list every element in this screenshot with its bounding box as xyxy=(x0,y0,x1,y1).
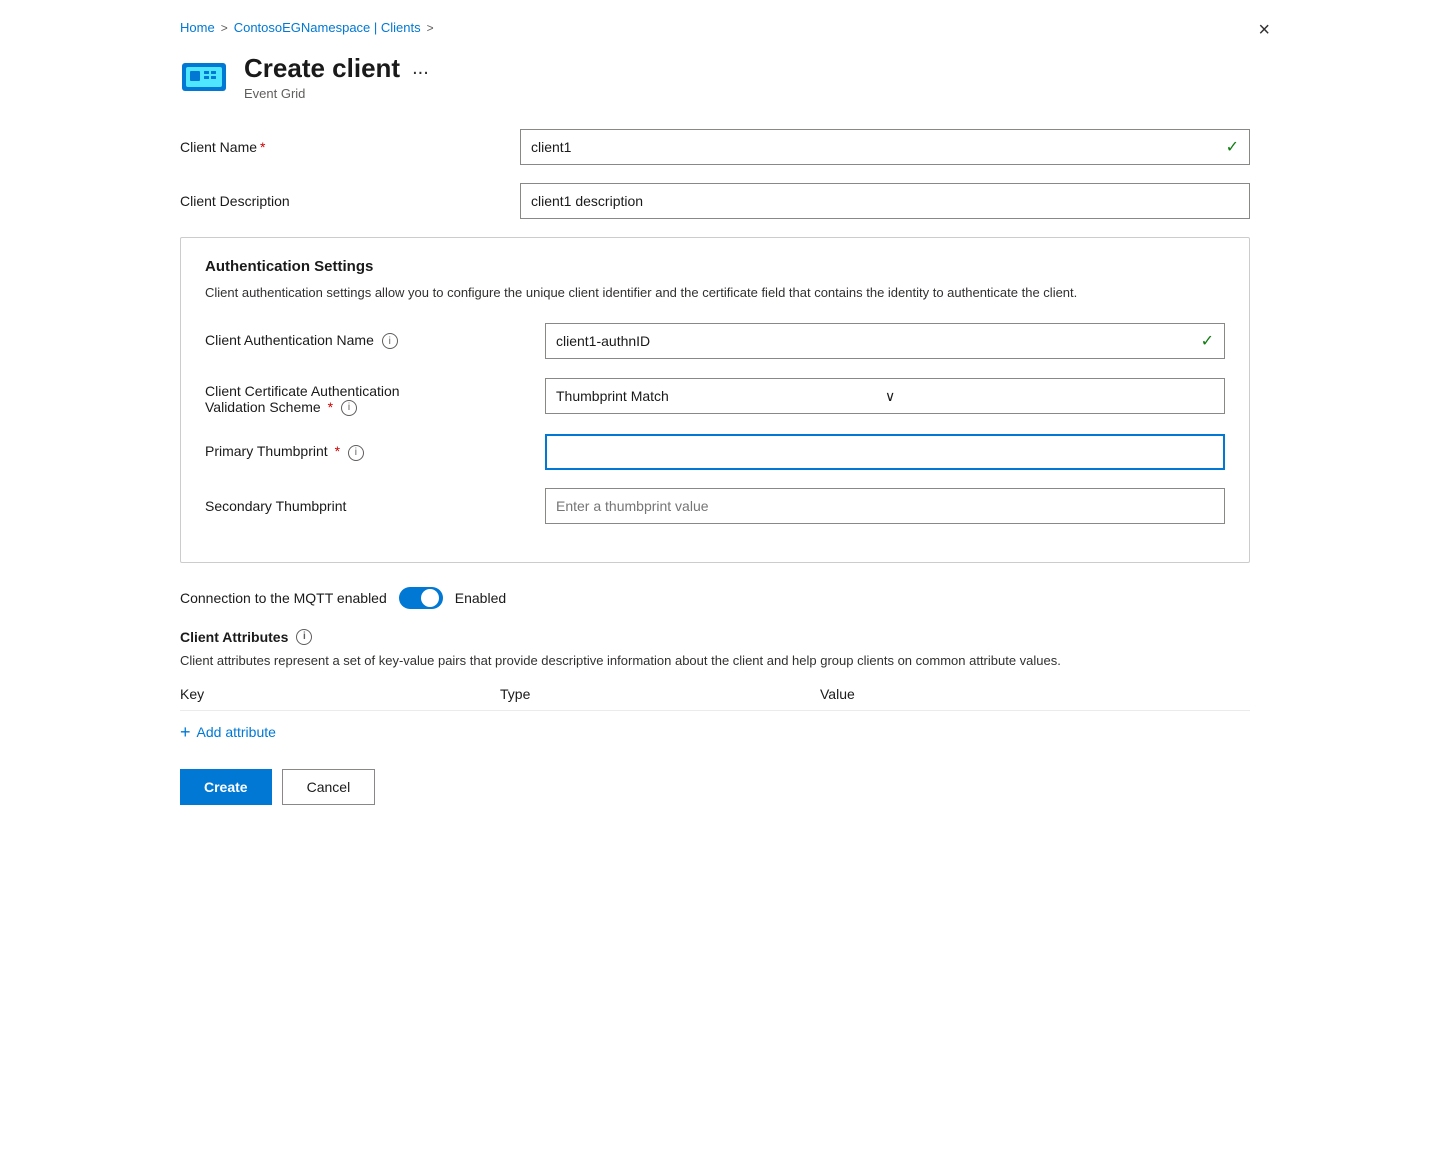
primary-thumbprint-control xyxy=(545,434,1225,470)
primary-thumbprint-row: Primary Thumbprint * i xyxy=(205,434,1225,470)
mqtt-row: Connection to the MQTT enabled Enabled xyxy=(180,587,1250,609)
add-attribute-label: Add attribute xyxy=(197,724,276,740)
cert-scheme-row: Client Certificate Authentication Valida… xyxy=(205,377,1225,416)
cert-scheme-value: Thumbprint Match xyxy=(556,388,885,404)
auth-settings-desc: Client authentication settings allow you… xyxy=(205,283,1225,303)
secondary-thumbprint-row: Secondary Thumbprint xyxy=(205,488,1225,524)
client-name-control: ✓ xyxy=(520,129,1250,165)
add-attribute-button[interactable]: + Add attribute xyxy=(180,719,276,745)
breadcrumb-home[interactable]: Home xyxy=(180,20,215,35)
cert-scheme-label: Client Certificate Authentication Valida… xyxy=(205,377,545,416)
mqtt-status-label: Enabled xyxy=(455,590,506,606)
client-name-label: Client Name* xyxy=(180,139,520,155)
cert-scheme-control: Thumbprint Match ∨ xyxy=(545,378,1225,414)
auth-name-control: ✓ xyxy=(545,323,1225,359)
client-attributes-title: Client Attributes i xyxy=(180,629,1250,645)
attrs-table-header: Key Type Value xyxy=(180,686,1250,711)
client-description-input[interactable] xyxy=(520,183,1250,219)
auth-settings-title: Authentication Settings xyxy=(205,258,1225,275)
add-icon: + xyxy=(180,723,191,741)
page-header: Create client Event Grid ... xyxy=(180,53,1250,101)
secondary-thumbprint-label: Secondary Thumbprint xyxy=(205,498,545,514)
client-attributes-desc: Client attributes represent a set of key… xyxy=(180,651,1250,671)
primary-thumbprint-label: Primary Thumbprint * i xyxy=(205,443,545,460)
client-name-row: Client Name* ✓ xyxy=(180,129,1250,165)
secondary-thumbprint-input[interactable] xyxy=(545,488,1225,524)
auth-name-row: Client Authentication Name i ✓ xyxy=(205,323,1225,359)
create-button[interactable]: Create xyxy=(180,769,272,805)
auth-name-check-icon: ✓ xyxy=(1201,331,1214,351)
attrs-col-type: Type xyxy=(500,686,820,702)
attrs-col-key: Key xyxy=(180,686,500,702)
auth-name-label: Client Authentication Name i xyxy=(205,332,545,349)
auth-name-input[interactable] xyxy=(556,333,1201,349)
cert-scheme-required: * xyxy=(328,399,333,415)
auth-settings-section: Authentication Settings Client authentic… xyxy=(180,237,1250,563)
breadcrumb: Home > ContosoEGNamespace | Clients > xyxy=(180,20,1250,35)
primary-thumbprint-required: * xyxy=(335,443,340,459)
client-name-check-icon: ✓ xyxy=(1226,137,1239,157)
client-description-label: Client Description xyxy=(180,193,520,209)
page-subtitle: Event Grid xyxy=(244,86,400,101)
auth-name-info-icon[interactable]: i xyxy=(382,333,398,349)
mqtt-toggle-track[interactable] xyxy=(399,587,443,609)
attrs-col-value: Value xyxy=(820,686,1250,702)
client-name-input-wrapper[interactable]: ✓ xyxy=(520,129,1250,165)
client-attributes-info-icon[interactable]: i xyxy=(296,629,312,645)
mqtt-toggle-thumb xyxy=(421,589,439,607)
footer-buttons: Create Cancel xyxy=(180,769,1250,805)
event-grid-icon xyxy=(180,53,228,101)
breadcrumb-separator-2: > xyxy=(427,21,434,35)
cert-scheme-select[interactable]: Thumbprint Match ∨ xyxy=(545,378,1225,414)
close-button[interactable]: × xyxy=(1258,20,1270,40)
mqtt-label: Connection to the MQTT enabled xyxy=(180,590,387,606)
cert-scheme-dropdown-icon: ∨ xyxy=(885,388,1214,405)
client-description-row: Client Description xyxy=(180,183,1250,219)
page-title: Create client xyxy=(244,53,400,84)
primary-thumbprint-info-icon[interactable]: i xyxy=(348,445,364,461)
client-name-input[interactable] xyxy=(531,139,1226,155)
primary-thumbprint-input[interactable] xyxy=(545,434,1225,470)
breadcrumb-namespace[interactable]: ContosoEGNamespace | Clients xyxy=(234,20,421,35)
header-ellipsis-menu[interactable]: ... xyxy=(412,57,429,80)
client-description-control xyxy=(520,183,1250,219)
cancel-button[interactable]: Cancel xyxy=(282,769,376,805)
cert-scheme-info-icon[interactable]: i xyxy=(341,400,357,416)
client-name-required: * xyxy=(260,139,265,155)
auth-name-input-wrapper[interactable]: ✓ xyxy=(545,323,1225,359)
client-attributes-section: Client Attributes i Client attributes re… xyxy=(180,629,1250,746)
secondary-thumbprint-control xyxy=(545,488,1225,524)
mqtt-toggle[interactable] xyxy=(399,587,443,609)
breadcrumb-separator-1: > xyxy=(221,21,228,35)
